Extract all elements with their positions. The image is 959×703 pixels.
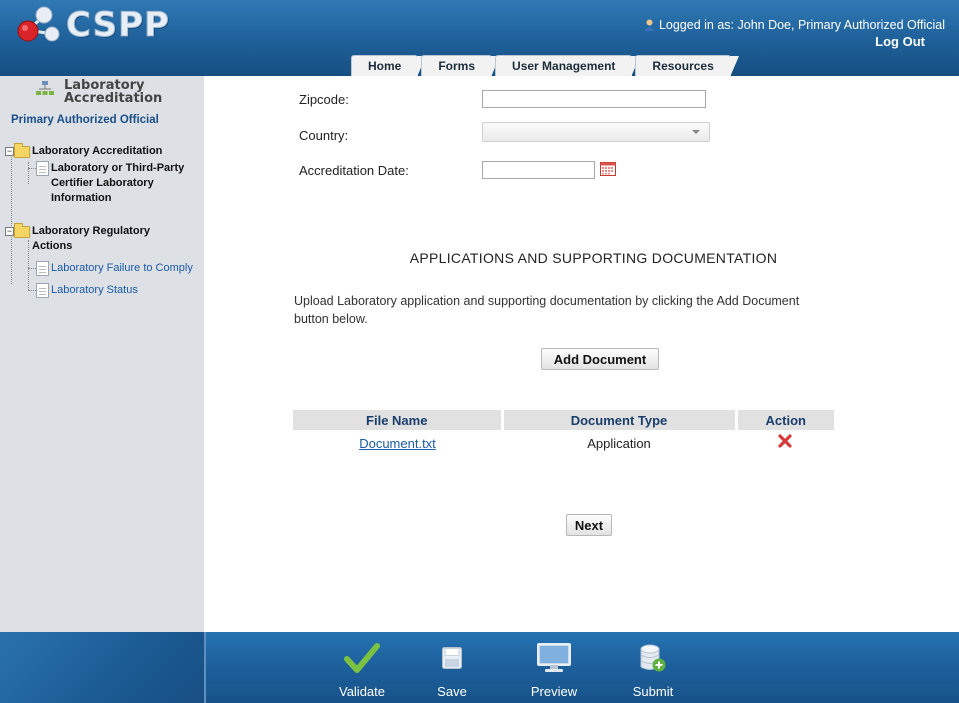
calendar-icon[interactable] [600,162,616,176]
country-select[interactable] [482,122,710,142]
folder-icon [14,223,30,238]
add-document-button[interactable]: Add Document [541,348,659,370]
tree-node-laboratory-status[interactable]: Laboratory Status [36,283,138,298]
tree-link-label[interactable]: Laboratory Status [51,283,138,298]
tab-user-management[interactable]: User Management [495,55,641,77]
table-row: Document.txt Application [293,430,834,454]
country-label: Country: [299,128,349,143]
delete-icon[interactable] [778,434,792,448]
monitor-icon [537,643,571,672]
tree-node-laboratory-information[interactable]: Laboratory or Third-Party Certifier Labo… [36,161,204,206]
documents-instructions: Upload Laboratory application and suppor… [294,294,800,326]
user-area: Logged in as: John Doe, Primary Authoriz… [644,18,945,49]
accreditation-date-label: Accreditation Date: [299,163,409,178]
main-content: Zipcode: Country: Accreditation Date: AP… [204,76,959,632]
document-type-cell: Application [587,435,651,451]
column-header-document-type: Document Type [502,410,738,430]
document-file-link[interactable]: Document.txt [359,436,436,451]
cspp-logo: CSPP [14,4,170,46]
file-name-cell: Document.txt [293,430,502,454]
tree-node-laboratory-failure-to-comply[interactable]: Laboratory Failure to Comply [36,261,193,276]
tree-node-laboratory-regulatory-actions[interactable]: − Laboratory Regulatory Actions [5,223,150,254]
sidebar-header: Laboratory Accreditation [0,76,204,108]
next-button[interactable]: Next [566,514,612,536]
column-header-file-name: File Name [293,410,504,430]
tree-label: Laboratory or Third-Party Certifier Labo… [51,162,185,204]
documents-table: File Name Document Type Action Document.… [293,410,834,454]
main-nav-tabs: Home Forms User Management Resources [351,55,740,77]
tree-connector [11,154,12,284]
folder-icon [14,143,30,158]
user-icon [644,19,655,31]
sidebar: Laboratory Accreditation Primary Authori… [0,76,204,632]
table-header-row: File Name Document Type Action [293,410,834,430]
action-cell [736,430,834,454]
collapse-icon[interactable]: − [5,227,14,236]
document-icon [36,161,49,176]
database-add-icon [640,644,666,672]
tree-label: Laboratory Accreditation [32,145,163,157]
collapse-icon[interactable]: − [5,147,14,156]
hierarchy-icon [36,81,54,95]
validate-label: Validate [338,684,385,699]
tab-forms[interactable]: Forms [421,55,500,77]
documents-section-title: APPLICATIONS AND SUPPORTING DOCUMENTATIO… [409,250,778,266]
app-header: CSPP Logged in as: John Doe, Primary Aut… [0,0,959,77]
validate-button[interactable]: Validate [332,640,392,699]
tab-resources[interactable]: Resources [635,55,740,77]
sidebar-role: Primary Authorized Official [11,114,159,126]
save-button[interactable]: Save [432,640,472,699]
tab-home[interactable]: Home [351,55,427,77]
logged-in-text: Logged in as: John Doe, Primary Authoriz… [658,18,945,32]
zipcode-input[interactable] [482,90,706,108]
document-icon [36,283,49,298]
tree-link-label[interactable]: Laboratory Failure to Comply [51,261,193,276]
molecule-logo-icon [17,6,60,42]
checkmark-icon [344,643,380,673]
submit-button[interactable]: Submit [627,640,679,699]
footer-action-bar: Validate Save Preview Submit [204,632,959,703]
logout-link[interactable]: Log Out [644,34,925,49]
submit-label: Submit [632,684,674,699]
sidebar-title: Laboratory Accreditation [64,78,163,106]
preview-button[interactable]: Preview [526,640,582,699]
accreditation-date-input[interactable] [482,161,595,179]
preview-label: Preview [530,684,578,699]
tree-label: Laboratory Regulatory Actions [32,225,150,252]
column-header-action: Action [736,410,834,430]
logo-text: CSPP [66,5,170,46]
logged-in-status: Logged in as: John Doe, Primary Authoriz… [644,18,945,32]
footer-left-panel [0,632,204,703]
floppy-disk-icon [442,647,462,669]
document-icon [36,261,49,276]
tree-connector [28,162,29,184]
tree-node-laboratory-accreditation[interactable]: − Laboratory Accreditation [5,143,163,159]
save-label: Save [437,684,467,699]
zipcode-label: Zipcode: [299,92,349,107]
chevron-down-icon [692,130,700,134]
